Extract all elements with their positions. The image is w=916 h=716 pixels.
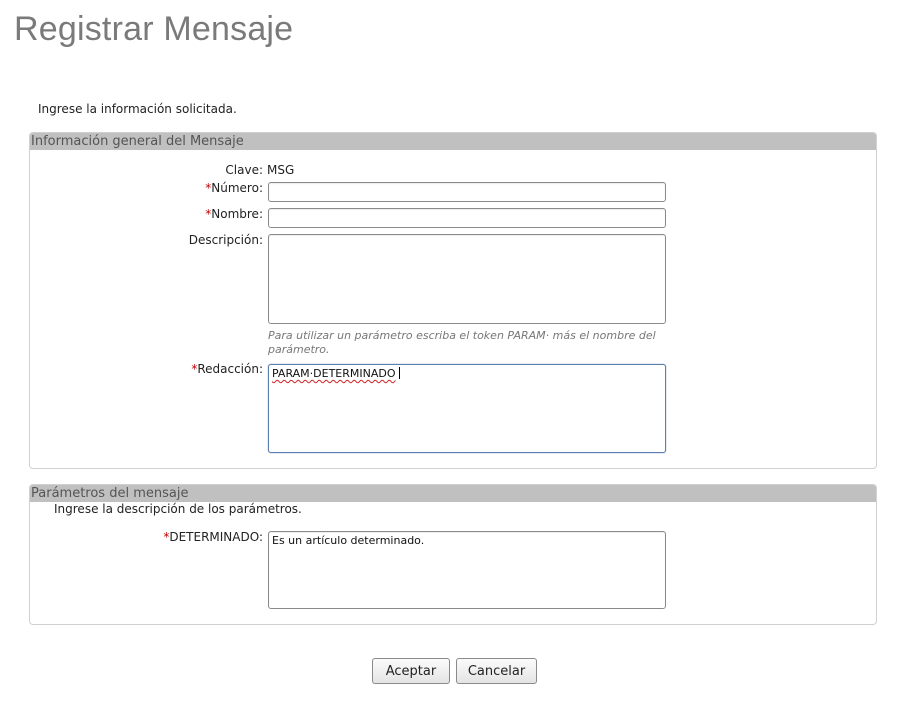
params-panel-header: Parámetros del mensaje — [30, 485, 876, 502]
numero-label-text: Número: — [211, 181, 263, 195]
nombre-label-text: Nombre: — [211, 207, 263, 221]
redaccion-label: *Redacción: — [191, 362, 263, 376]
clave-label: Clave: — [225, 163, 263, 177]
accept-button[interactable]: Aceptar — [372, 658, 450, 684]
cancel-button[interactable]: Cancelar — [456, 658, 537, 684]
determinado-textarea[interactable]: Es un artículo determinado. — [268, 531, 666, 609]
param-token-hint: Para utilizar un parámetro escriba el to… — [268, 329, 656, 356]
redaccion-label-text-2: Redacción: — [197, 362, 263, 376]
text-caret — [398, 367, 400, 379]
nombre-label: *Nombre: — [205, 207, 263, 221]
clave-value: MSG — [267, 163, 295, 177]
descripcion-textarea[interactable] — [268, 234, 666, 324]
redaccion-text: PARAM·DETERMINADO — [272, 367, 396, 380]
nombre-field[interactable] — [268, 208, 666, 228]
determinado-label-text: DETERMINADO: — [169, 530, 263, 544]
redaccion-textarea[interactable]: PARAM·DETERMINADO — [268, 364, 666, 453]
general-info-panel-header: Información general del Mensaje — [30, 133, 876, 150]
numero-label: *Número: — [205, 181, 263, 195]
determinado-label: *DETERMINADO: — [163, 530, 263, 544]
page-title: Registrar Mensaje — [14, 10, 294, 48]
intro-text: Ingrese la información solicitada. — [38, 102, 237, 116]
numero-field[interactable] — [268, 182, 666, 202]
params-description: Ingrese la descripción de los parámetros… — [54, 502, 302, 516]
descripcion-label: Descripción: — [188, 233, 263, 247]
